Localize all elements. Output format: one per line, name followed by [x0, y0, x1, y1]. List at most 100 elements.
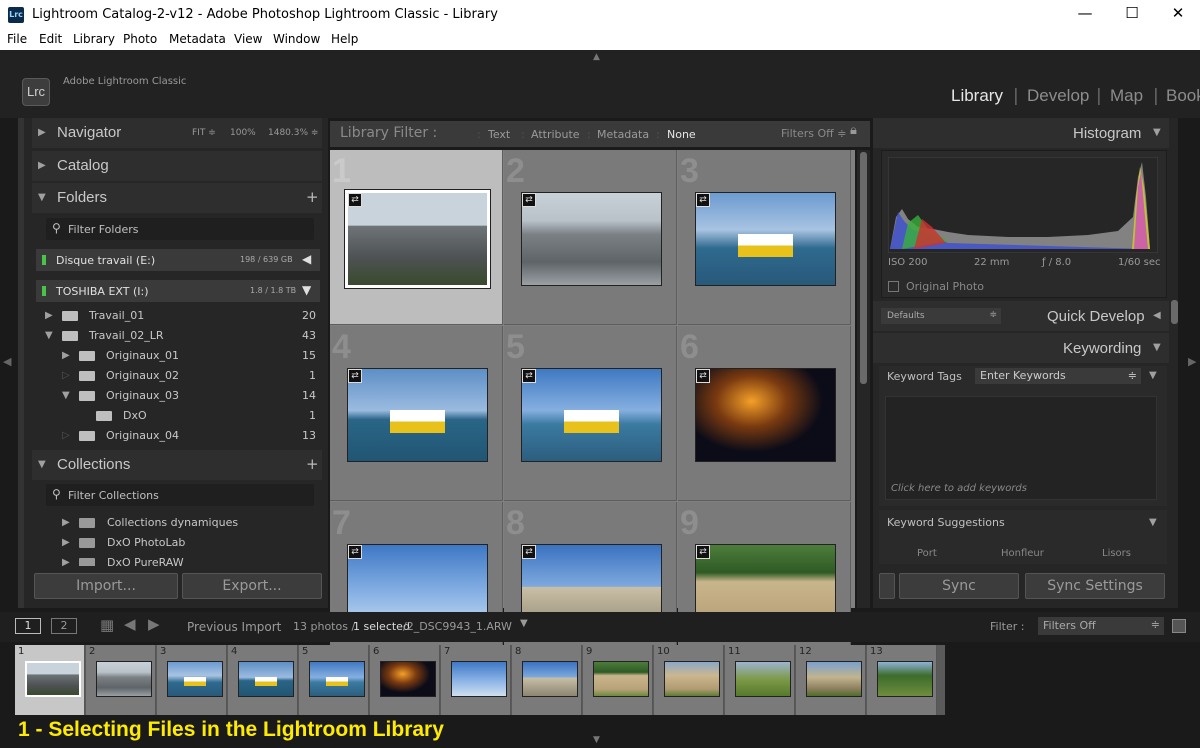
filmstrip-cell[interactable]: 5: [299, 645, 369, 715]
left-panel-scrollbar[interactable]: [18, 118, 24, 608]
collapse-bottom-arrow-icon[interactable]: ▼: [593, 735, 600, 745]
menu-help[interactable]: Help: [331, 32, 358, 46]
menu-metadata[interactable]: Metadata: [169, 32, 226, 46]
forward-arrow-icon[interactable]: ▶: [148, 615, 160, 633]
expand-triangle-icon[interactable]: ▶: [45, 310, 53, 321]
grid-cell[interactable]: 2 ⇄: [504, 150, 677, 325]
primary-window-button[interactable]: 1: [15, 618, 41, 634]
secondary-window-button[interactable]: 2: [51, 618, 77, 634]
collapse-triangle-icon[interactable]: ▼: [62, 390, 70, 401]
right-panel-toggle-icon[interactable]: ▶: [1188, 355, 1196, 368]
photo-thumbnail[interactable]: [521, 368, 662, 462]
module-library[interactable]: Library: [951, 86, 1003, 106]
filter-collections-input[interactable]: ⚲ Filter Collections: [46, 484, 314, 506]
zoom-fit[interactable]: FIT ≑: [192, 128, 216, 138]
right-panel-scroll-thumb[interactable]: [1171, 300, 1178, 324]
filmstrip-thumbnail[interactable]: [522, 661, 578, 697]
menu-photo[interactable]: Photo: [123, 32, 157, 46]
filmstrip-thumbnail[interactable]: [806, 661, 862, 697]
histogram-header[interactable]: Histogram ▼: [873, 118, 1169, 148]
selected-filename[interactable]: /2_DSC9943_1.ARW: [403, 620, 512, 633]
keyword-suggestion[interactable]: Honfleur: [1001, 548, 1044, 559]
grid-cell[interactable]: 3 ⇄: [678, 150, 851, 325]
filmstrip-thumbnail[interactable]: [309, 661, 365, 697]
grid-scrollbar[interactable]: [857, 150, 870, 608]
catalog-header[interactable]: ▶ Catalog: [32, 151, 322, 181]
photo-thumbnail[interactable]: [695, 368, 836, 462]
filmstrip-cell[interactable]: 6: [370, 645, 440, 715]
menu-view[interactable]: View: [234, 32, 262, 46]
maximize-button[interactable]: ☐: [1117, 4, 1147, 22]
expand-triangle-icon[interactable]: ▶: [62, 350, 70, 361]
minimize-button[interactable]: —: [1070, 4, 1100, 22]
expand-triangle-icon[interactable]: ▶: [62, 517, 70, 528]
collection-item[interactable]: ▶ DxO PureRAW: [32, 554, 322, 566]
filmstrip-thumbnail[interactable]: [25, 661, 81, 697]
scroll-thumb[interactable]: [860, 152, 867, 384]
expand-triangle-icon[interactable]: ▶: [62, 557, 70, 566]
grid-view-icon[interactable]: ▦: [100, 616, 114, 634]
grid-cell[interactable]: 4 ⇄: [330, 326, 503, 501]
source-previous-import[interactable]: Previous Import: [187, 620, 281, 634]
filmstrip-cell[interactable]: 9: [583, 645, 653, 715]
filters-off-dropdown[interactable]: Filters Off ≑: [781, 127, 846, 140]
chevron-down-icon[interactable]: ▼: [520, 618, 528, 629]
volume-disque-travail[interactable]: Disque travail (E:) 198 / 639 GB ◀: [36, 249, 320, 271]
collections-header[interactable]: ▼ Collections +: [32, 450, 322, 480]
quick-develop-header[interactable]: Defaults ≑ Quick Develop ◀: [873, 301, 1169, 331]
collection-item[interactable]: ▶ Collections dynamiques: [32, 514, 322, 532]
module-develop[interactable]: Develop: [1027, 86, 1089, 106]
filmstrip-thumbnail[interactable]: [664, 661, 720, 697]
folder-row-originaux-03[interactable]: ▼ Originaux_03 14: [32, 387, 322, 405]
menu-edit[interactable]: Edit: [39, 32, 62, 46]
back-arrow-icon[interactable]: ◀: [124, 615, 136, 633]
filmstrip-cell[interactable]: 11: [725, 645, 795, 715]
filmstrip-thumbnail[interactable]: [96, 661, 152, 697]
zoom-100[interactable]: 100%: [230, 128, 256, 138]
photo-thumbnail[interactable]: [521, 192, 662, 286]
volume-toshiba-ext[interactable]: TOSHIBA EXT (I:) 1.8 / 1.8 TB ▼: [36, 280, 320, 302]
filter-lock-toggle[interactable]: [1172, 619, 1186, 633]
sync-button[interactable]: Sync: [899, 573, 1019, 599]
keyword-suggestion[interactable]: Port: [917, 548, 937, 559]
photo-thumbnail[interactable]: [347, 368, 488, 462]
folder-row-travail-02-lr[interactable]: ▼ Travail_02_LR 43: [32, 327, 322, 345]
filmstrip-cell[interactable]: 10: [654, 645, 724, 715]
menu-file[interactable]: File: [7, 32, 27, 46]
import-button[interactable]: Import...: [34, 573, 178, 599]
filmstrip-cell[interactable]: 13: [867, 645, 937, 715]
keyword-set-dropdown[interactable]: Enter Keywords ≑: [975, 368, 1141, 384]
filmstrip-cell[interactable]: 4: [228, 645, 298, 715]
photo-thumbnail[interactable]: [344, 189, 491, 289]
folder-row-originaux-04[interactable]: ▷ Originaux_04 13: [32, 427, 322, 445]
folder-row-dxo[interactable]: DxO 1: [32, 407, 322, 425]
left-panel-toggle-icon[interactable]: ◀: [3, 355, 11, 368]
filter-attribute-tab[interactable]: Attribute: [531, 128, 580, 141]
add-folder-icon[interactable]: +: [306, 188, 319, 206]
filmstrip-thumbnail[interactable]: [238, 661, 294, 697]
menu-window[interactable]: Window: [273, 32, 320, 46]
folder-row-originaux-01[interactable]: ▶ Originaux_01 15: [32, 347, 322, 365]
filmstrip-cell[interactable]: 8: [512, 645, 582, 715]
filter-none-tab[interactable]: None: [667, 128, 696, 141]
collapse-triangle-icon[interactable]: ▼: [45, 330, 53, 341]
collapse-triangle-icon[interactable]: ▼: [1149, 517, 1157, 528]
zoom-custom[interactable]: 1480.3% ≑: [268, 128, 318, 138]
filmstrip-thumbnail[interactable]: [451, 661, 507, 697]
filmstrip-thumbnail[interactable]: [593, 661, 649, 697]
filmstrip-cell[interactable]: 1: [15, 645, 85, 715]
navigator-header[interactable]: ▶ Navigator FIT ≑ 100% 1480.3% ≑: [32, 118, 322, 148]
saved-preset-dropdown[interactable]: Defaults ≑: [881, 308, 1001, 324]
keywords-textarea[interactable]: Click here to add keywords: [885, 396, 1157, 500]
filmstrip-cell[interactable]: 3: [157, 645, 227, 715]
grid-cell[interactable]: 5 ⇄: [504, 326, 677, 501]
photo-thumbnail[interactable]: [695, 192, 836, 286]
lock-icon[interactable]: 🔒︎: [850, 123, 857, 138]
expand-triangle-icon[interactable]: ▶: [62, 537, 70, 548]
collection-item[interactable]: ▶ DxO PhotoLab: [32, 534, 322, 552]
original-photo-checkbox[interactable]: [888, 281, 899, 292]
keyword-suggestion[interactable]: Lisors: [1102, 548, 1131, 559]
folders-header[interactable]: ▼ Folders +: [32, 183, 322, 213]
grid-cell[interactable]: 1 ⇄: [330, 150, 503, 325]
auto-sync-toggle[interactable]: [879, 573, 895, 599]
